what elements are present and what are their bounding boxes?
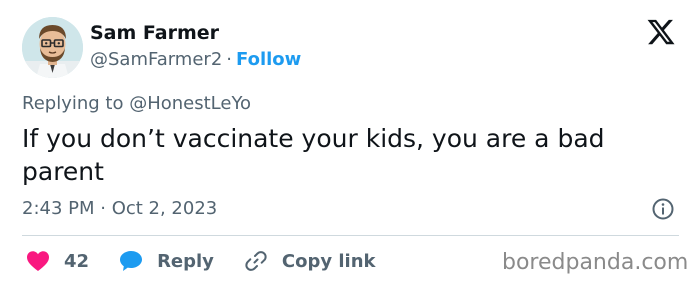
divider xyxy=(22,235,679,236)
follow-button[interactable]: Follow xyxy=(236,49,301,70)
tweet-text: If you don’t vaccinate your kids, you ar… xyxy=(22,124,605,186)
reply-context: Replying to @HonestLeYo xyxy=(22,93,252,114)
author-name[interactable]: Sam Farmer xyxy=(90,22,219,44)
info-icon[interactable] xyxy=(651,197,675,221)
reply-button[interactable]: Reply xyxy=(119,250,214,272)
reply-label: Reply xyxy=(157,250,214,272)
copy-link-button[interactable]: Copy link xyxy=(244,249,376,273)
separator-dot: · xyxy=(226,49,233,70)
author-handle-row: @SamFarmer2 · Follow xyxy=(90,49,301,70)
action-bar: 42 Reply Copy link xyxy=(26,248,376,274)
avatar-image xyxy=(22,17,83,78)
reply-bubble-icon xyxy=(120,251,143,271)
timestamp[interactable]: 2:43 PM · Oct 2, 2023 xyxy=(22,198,217,219)
like-count: 42 xyxy=(64,250,90,272)
watermark: boredpanda.com xyxy=(502,250,689,275)
link-icon xyxy=(245,251,267,271)
author-handle[interactable]: @SamFarmer2 xyxy=(90,49,222,70)
like-button[interactable]: 42 xyxy=(26,250,89,272)
copy-link-label: Copy link xyxy=(281,250,376,272)
heart-icon xyxy=(27,251,49,271)
x-logo-icon[interactable] xyxy=(645,17,677,47)
avatar[interactable] xyxy=(22,17,83,78)
